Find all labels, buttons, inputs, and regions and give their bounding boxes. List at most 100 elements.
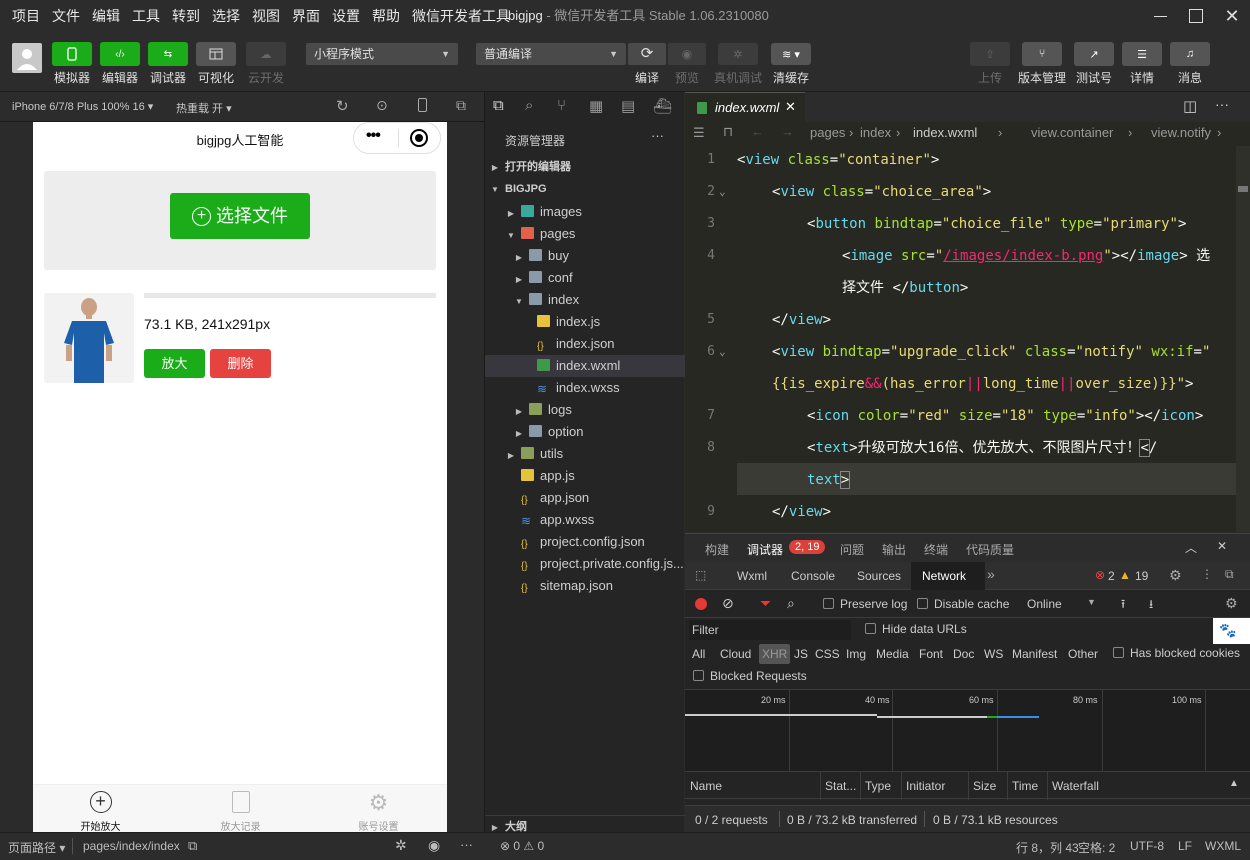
menu-settings[interactable]: 设置 bbox=[326, 0, 366, 32]
cursor-position[interactable]: 行 8，列 43 bbox=[1016, 839, 1079, 856]
tree-item-images[interactable]: ▶ images bbox=[485, 201, 685, 223]
indentation[interactable]: 空格: 2 bbox=[1078, 839, 1115, 856]
hot-reload-select[interactable]: 热重载 开 ▾ bbox=[176, 100, 232, 116]
device-icon[interactable] bbox=[418, 98, 427, 112]
menu-tools[interactable]: 工具 bbox=[126, 0, 166, 32]
timeline-overview[interactable]: 20 ms 40 ms 60 ms 80 ms 100 ms bbox=[685, 689, 1250, 772]
type-doc[interactable]: Doc bbox=[953, 647, 974, 661]
tree-item-option[interactable]: ▶ option bbox=[485, 421, 685, 443]
messages-button[interactable]: ♫ bbox=[1170, 42, 1210, 66]
encoding[interactable]: UTF-8 bbox=[1130, 839, 1164, 853]
device-select[interactable]: iPhone 6/7/8 Plus 100% 16 ▾ bbox=[12, 100, 153, 113]
storage-icon[interactable]: ▤ bbox=[621, 97, 635, 115]
menu-project[interactable]: 项目 bbox=[0, 0, 46, 32]
menu-edit[interactable]: 编辑 bbox=[86, 0, 126, 32]
menu-select[interactable]: 选择 bbox=[206, 0, 246, 32]
more-icon[interactable]: ··· bbox=[1215, 96, 1229, 112]
source-control-icon[interactable]: ⑂ bbox=[557, 97, 566, 114]
extensions-icon[interactable]: ▦ bbox=[589, 97, 603, 115]
type-manifest[interactable]: Manifest bbox=[1012, 647, 1057, 661]
type-other[interactable]: Other bbox=[1068, 647, 1098, 661]
blocked-requests-checkbox[interactable]: Blocked Requests bbox=[693, 669, 807, 683]
col-status[interactable]: Stat... bbox=[825, 779, 856, 793]
export-har-icon[interactable]: ⭳ bbox=[1149, 595, 1153, 616]
type-js[interactable]: JS bbox=[794, 647, 808, 661]
copy-icon[interactable]: ⧉ bbox=[188, 838, 197, 854]
breadcrumb-pages[interactable]: pages bbox=[810, 125, 845, 140]
panel-sources[interactable]: Sources bbox=[857, 569, 901, 583]
type-cloud[interactable]: Cloud bbox=[720, 647, 751, 661]
forward-icon[interactable]: → bbox=[781, 124, 794, 139]
minimize-button[interactable] bbox=[1142, 0, 1178, 32]
menu-goto[interactable]: 转到 bbox=[166, 0, 206, 32]
col-type[interactable]: Type bbox=[865, 779, 891, 793]
col-name[interactable]: Name bbox=[690, 779, 722, 793]
menu-help[interactable]: 帮助 bbox=[366, 0, 406, 32]
tab-output[interactable]: 输出 bbox=[882, 541, 906, 558]
clear-cache-button[interactable]: ≋ ▾ bbox=[771, 43, 811, 65]
tree-item-utils[interactable]: ▶ utils bbox=[485, 443, 685, 465]
tree-item-index-json[interactable]: {} index.json bbox=[485, 333, 685, 355]
tab-history[interactable]: 放大记录 bbox=[213, 791, 268, 832]
rotate-icon[interactable]: ↻ bbox=[336, 97, 349, 115]
type-xhr[interactable]: XHR bbox=[759, 644, 791, 664]
open-editors-section[interactable]: ▶ 打开的编辑器 bbox=[485, 156, 685, 178]
delete-button[interactable]: 删除 bbox=[210, 349, 271, 378]
type-font[interactable]: Font bbox=[919, 647, 943, 661]
inspect-icon[interactable]: ⬚ bbox=[695, 568, 706, 582]
tree-item-index-wxml[interactable]: index.wxml bbox=[485, 355, 685, 377]
breadcrumb-index[interactable]: index bbox=[860, 125, 891, 140]
visual-button[interactable] bbox=[196, 42, 236, 66]
preserve-log-checkbox[interactable]: Preserve log bbox=[823, 597, 907, 611]
bookmark-icon[interactable]: ⊓ bbox=[723, 124, 733, 140]
back-icon[interactable]: ← bbox=[751, 124, 764, 139]
menu-wechat-devtools[interactable]: 微信开发者工具 bbox=[406, 0, 516, 32]
baidu-paw-icon[interactable]: 🐾 bbox=[1213, 618, 1250, 644]
more-icon[interactable]: ··· bbox=[651, 128, 664, 143]
exit-icon[interactable] bbox=[410, 129, 428, 147]
editor-scrollbar[interactable] bbox=[1236, 146, 1250, 532]
tab-code-quality[interactable]: 代码质量 bbox=[966, 541, 1014, 558]
eye-icon[interactable]: ◉ bbox=[428, 837, 440, 854]
panel-console[interactable]: Console bbox=[791, 569, 835, 583]
network-settings-icon[interactable]: ⚙ bbox=[1225, 595, 1238, 612]
debugger-button[interactable]: ⇆ bbox=[148, 42, 188, 66]
menu-interface[interactable]: 界面 bbox=[286, 0, 326, 32]
tree-item-pages[interactable]: ▼ pages bbox=[485, 223, 685, 245]
kebab-icon[interactable]: ⋮ bbox=[1201, 567, 1213, 581]
cloud-button[interactable]: ☁ bbox=[246, 42, 286, 66]
tree-item-buy[interactable]: ▶ buy bbox=[485, 245, 685, 267]
preview-button[interactable]: ◉ bbox=[668, 43, 706, 65]
sort-icon[interactable]: ▲ bbox=[1229, 778, 1239, 789]
stop-icon[interactable]: ⊙ bbox=[376, 97, 388, 114]
tree-item-app-wxss[interactable]: ≋ app.wxss bbox=[485, 509, 685, 531]
tree-item-index-wxss[interactable]: ≋ index.wxss bbox=[485, 377, 685, 399]
capsule-button[interactable]: ••• bbox=[353, 122, 441, 154]
real-debug-button[interactable]: ✲ bbox=[718, 43, 758, 65]
tab-terminal[interactable]: 终端 bbox=[924, 541, 948, 558]
col-size[interactable]: Size bbox=[973, 779, 996, 793]
throttle-select[interactable]: Online bbox=[1027, 597, 1062, 611]
tree-item-index[interactable]: ▼ index bbox=[485, 289, 685, 311]
tab-account[interactable]: ⚙ 账号设置 bbox=[351, 791, 406, 833]
menu-view[interactable]: 视图 bbox=[246, 0, 286, 32]
dock-icon[interactable]: ⧉ bbox=[1225, 567, 1234, 582]
close-window-button[interactable]: ✕ bbox=[1214, 0, 1250, 32]
problems-status[interactable]: ⊗ 0 ⚠ 0 bbox=[500, 839, 544, 853]
breadcrumb-container[interactable]: view.container bbox=[1031, 125, 1113, 140]
tree-item-project-private-config[interactable]: {} project.private.config.js... bbox=[485, 553, 685, 575]
col-time[interactable]: Time bbox=[1012, 779, 1038, 793]
files-icon[interactable]: ⧉ bbox=[493, 97, 504, 114]
split-editor-icon[interactable]: ◫ bbox=[1183, 97, 1197, 115]
col-waterfall[interactable]: Waterfall bbox=[1052, 779, 1099, 793]
tree-item-logs[interactable]: ▶ logs bbox=[485, 399, 685, 421]
editor-tab-index-wxml[interactable]: index.wxml ✕ bbox=[685, 92, 805, 122]
col-initiator[interactable]: Initiator bbox=[906, 779, 945, 793]
enlarge-button[interactable]: 放大 bbox=[144, 349, 205, 378]
breadcrumb-file[interactable]: index.wxml bbox=[913, 125, 977, 140]
search-icon[interactable]: ⌕ bbox=[787, 595, 795, 612]
fold-chevron-icon[interactable]: ⌄ bbox=[719, 336, 726, 368]
scrollbar-thumb[interactable] bbox=[1238, 186, 1248, 192]
fold-chevron-icon[interactable]: ⌄ bbox=[719, 176, 726, 208]
collapse-icon[interactable]: ︿ bbox=[1185, 539, 1197, 556]
